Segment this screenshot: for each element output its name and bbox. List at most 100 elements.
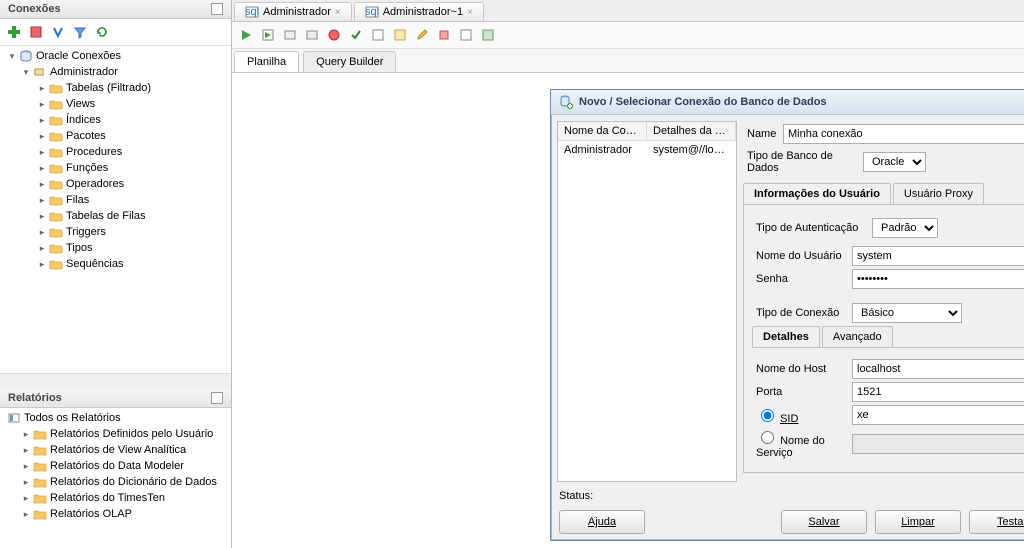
doc-tab-1[interactable]: sqlAdministrador×	[234, 2, 352, 21]
sql-icon: sql	[245, 6, 259, 18]
reports-tree[interactable]: Todos os Relatórios ▸Relatórios Definido…	[0, 408, 231, 548]
col-name[interactable]: Nome da Conexão	[558, 122, 647, 140]
port-input[interactable]	[852, 382, 1024, 402]
tab-details[interactable]: Detalhes	[752, 326, 820, 347]
conntype-label: Tipo de Conexão	[752, 307, 852, 319]
tree-node[interactable]: ▸Funções	[2, 160, 231, 176]
folder-icon	[48, 145, 64, 159]
dialog-title: Novo / Selecionar Conexão do Banco de Da…	[579, 96, 827, 108]
panel-minimize-icon[interactable]	[211, 3, 223, 15]
tree-node[interactable]: ▸Filas	[2, 192, 231, 208]
tab-proxy-user[interactable]: Usuário Proxy	[893, 183, 984, 204]
tab-user-info[interactable]: Informações do Usuário	[743, 183, 891, 204]
report-node[interactable]: ▸Relatórios de View Analítica	[2, 442, 231, 458]
connections-toolbar	[0, 19, 231, 46]
tab-advanced[interactable]: Avançado	[822, 326, 893, 347]
plug-icon	[32, 65, 48, 79]
report-node[interactable]: ▸Relatórios Definidos pelo Usuário	[2, 426, 231, 442]
worksheet-tabs: Planilha Query Builder	[232, 49, 1024, 73]
run-script-button[interactable]	[258, 25, 278, 45]
help-button[interactable]: Ajuda	[559, 510, 645, 534]
commit-button[interactable]	[346, 25, 366, 45]
tool-button[interactable]	[368, 25, 388, 45]
tree-node[interactable]: ▸Sequências	[2, 256, 231, 272]
auth-label: Tipo de Autenticação	[752, 222, 872, 234]
host-input[interactable]	[852, 359, 1024, 379]
tool-button[interactable]	[48, 22, 68, 42]
folder-icon	[32, 427, 48, 441]
dbtype-select[interactable]: Oracle	[863, 152, 926, 172]
folder-icon	[32, 507, 48, 521]
password-input[interactable]	[852, 269, 1024, 289]
sql-icon: sql	[365, 6, 379, 18]
folder-icon	[48, 161, 64, 175]
tool-button[interactable]	[302, 25, 322, 45]
sid-input[interactable]	[852, 405, 1024, 425]
reports-icon	[6, 411, 22, 425]
connections-tree[interactable]: ▾Oracle Conexões ▾Administrador ▸Tabelas…	[0, 46, 231, 373]
clear-button[interactable]	[434, 25, 454, 45]
username-input[interactable]	[852, 246, 1024, 266]
tree-node[interactable]: ▸Triggers	[2, 224, 231, 240]
tree-node[interactable]: ▸Operadores	[2, 176, 231, 192]
reports-title: Relatórios	[8, 392, 62, 404]
doc-tab-2[interactable]: sqlAdministrador~1×	[354, 2, 484, 21]
svg-text:sql: sql	[245, 6, 259, 18]
report-node[interactable]: ▸Relatórios do Data Modeler	[2, 458, 231, 474]
tree-connection[interactable]: ▾Administrador	[2, 64, 231, 80]
pwd-label: Senha	[752, 273, 852, 285]
filter-button[interactable]	[70, 22, 90, 42]
connection-name-input[interactable]	[783, 124, 1024, 144]
service-radio[interactable]: Nome do Serviço	[752, 428, 852, 459]
reports-root[interactable]: Todos os Relatórios	[2, 410, 231, 426]
tree-node[interactable]: ▸Pacotes	[2, 128, 231, 144]
tree-node[interactable]: ▸Views	[2, 96, 231, 112]
edit-button[interactable]	[412, 25, 432, 45]
clear-button[interactable]: Limpar	[875, 510, 961, 534]
new-connection-button[interactable]	[4, 22, 24, 42]
sid-radio[interactable]: SID	[752, 406, 852, 425]
refresh-button[interactable]	[92, 22, 112, 42]
tool-button[interactable]	[280, 25, 300, 45]
connection-row[interactable]: Administradorsystem@//localh...	[558, 141, 736, 159]
folder-icon	[48, 225, 64, 239]
save-button[interactable]: Salvar	[781, 510, 867, 534]
tab-worksheet[interactable]: Planilha	[234, 51, 299, 72]
panel-minimize-icon[interactable]	[211, 392, 223, 404]
db-add-icon	[559, 95, 573, 109]
tree-node[interactable]: ▸Índices	[2, 112, 231, 128]
tree-node[interactable]: ▸Tabelas de Filas	[2, 208, 231, 224]
folder-icon	[48, 257, 64, 271]
tree-root[interactable]: ▾Oracle Conexões	[2, 48, 231, 64]
tool-button[interactable]	[390, 25, 410, 45]
h-scrollbar[interactable]	[0, 373, 231, 389]
report-node[interactable]: ▸Relatórios do Dicionário de Dados	[2, 474, 231, 490]
folder-icon	[48, 129, 64, 143]
tool-button[interactable]	[26, 22, 46, 42]
service-input	[852, 434, 1024, 454]
close-icon[interactable]: ×	[335, 7, 341, 18]
dbtype-label: Tipo de Banco de Dados	[743, 150, 863, 174]
port-label: Porta	[752, 386, 852, 398]
auth-select[interactable]: Padrão	[872, 218, 938, 238]
report-node[interactable]: ▸Relatórios do TimesTen	[2, 490, 231, 506]
conntype-select[interactable]: Básico	[852, 303, 962, 323]
tool-button[interactable]	[478, 25, 498, 45]
folder-icon	[48, 97, 64, 111]
tree-node[interactable]: ▸Tabelas (Filtrado)	[2, 80, 231, 96]
tree-node[interactable]: ▸Tipos	[2, 240, 231, 256]
tab-query-builder[interactable]: Query Builder	[303, 51, 396, 72]
folder-icon	[48, 193, 64, 207]
connection-list[interactable]: Nome da ConexãoDetalhes da Con... Admini…	[557, 121, 737, 482]
tool-button[interactable]	[456, 25, 476, 45]
tool-button[interactable]	[324, 25, 344, 45]
report-node[interactable]: ▸Relatórios OLAP	[2, 506, 231, 522]
col-details[interactable]: Detalhes da Con...	[647, 122, 736, 140]
tree-node[interactable]: ▸Procedures	[2, 144, 231, 160]
document-tabs: sqlAdministrador× sqlAdministrador~1×	[232, 0, 1024, 22]
host-label: Nome do Host	[752, 363, 852, 375]
user-label: Nome do Usuário	[752, 250, 852, 262]
close-icon[interactable]: ×	[467, 7, 473, 18]
run-button[interactable]	[236, 25, 256, 45]
test-button[interactable]: Testar	[969, 510, 1024, 534]
